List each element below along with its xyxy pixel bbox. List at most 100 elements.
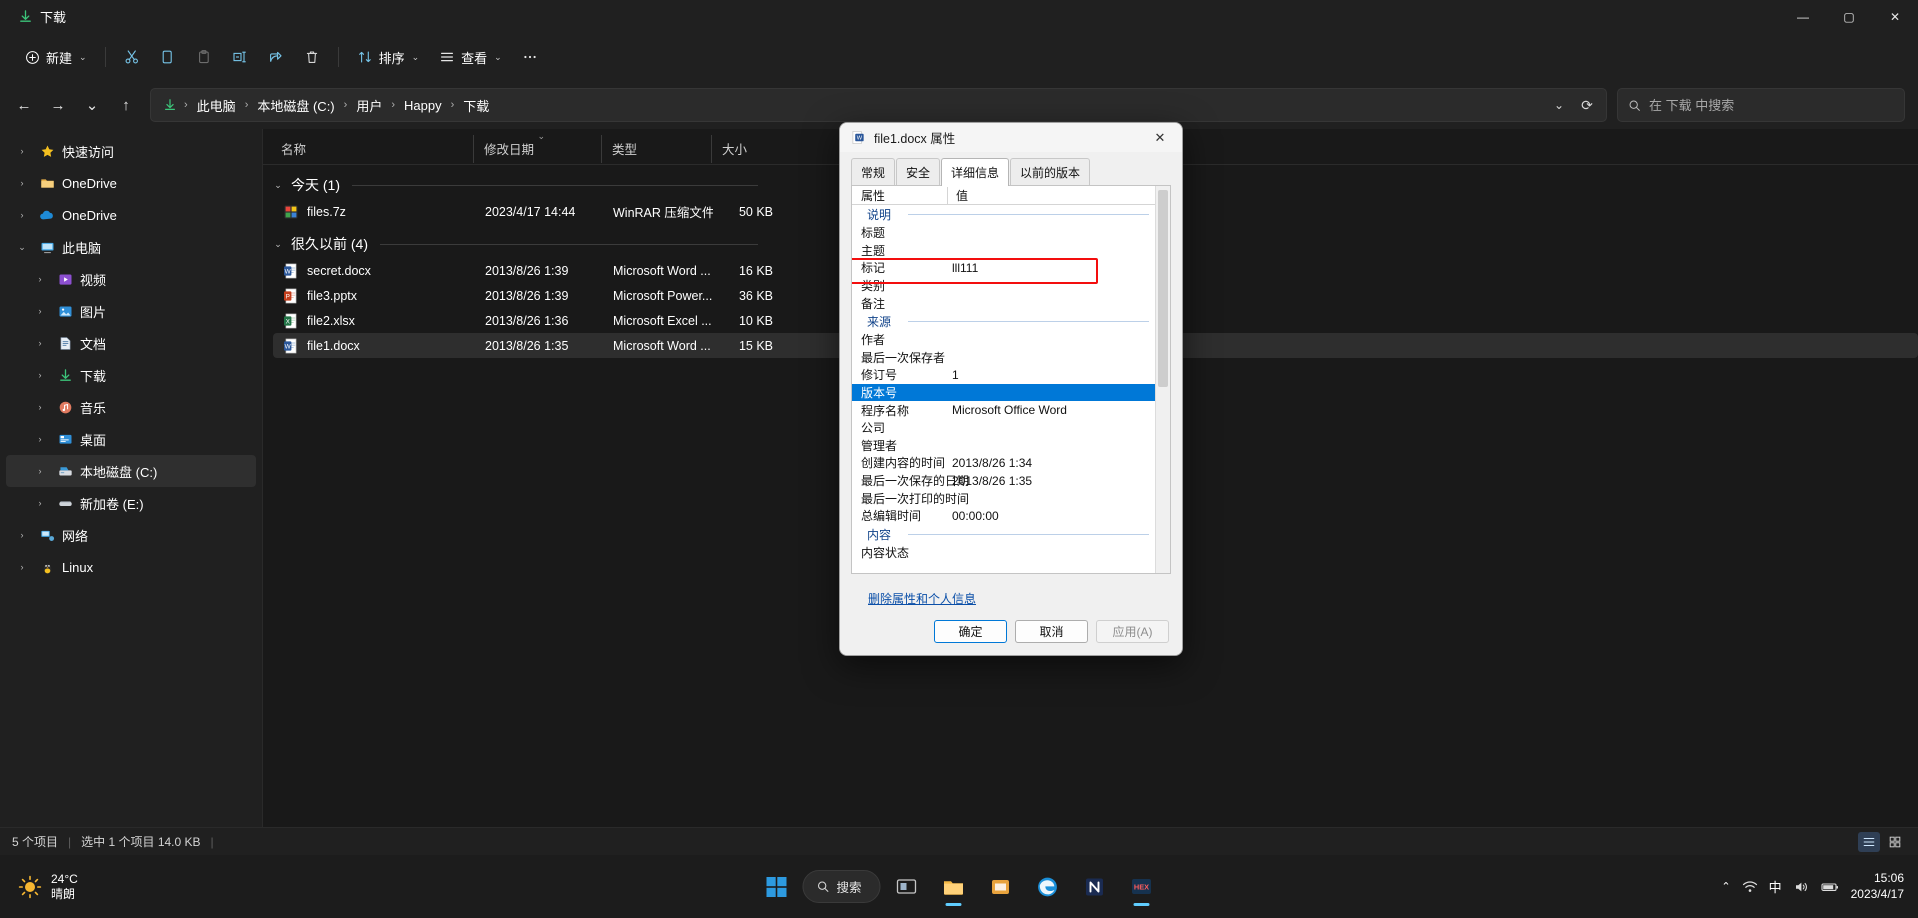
- details-view-toggle[interactable]: [1858, 831, 1880, 852]
- weather-widget[interactable]: 24°C 晴朗: [0, 872, 78, 902]
- properties-row[interactable]: 总编辑时间 00:00:00: [852, 507, 1155, 525]
- new-button[interactable]: 新建 ⌄: [16, 41, 96, 73]
- dialog-close-button[interactable]: ✕: [1142, 124, 1178, 152]
- delete-button[interactable]: [295, 41, 329, 73]
- file-explorer-icon[interactable]: [933, 866, 975, 908]
- property-value[interactable]: 00:00:00: [947, 509, 1155, 523]
- properties-list[interactable]: 属性 值说明 标题 主题 标记 lll111 类别 备注 来源 作者 最后一次保存者 修订号 1 版本号程…: [851, 185, 1171, 574]
- property-value[interactable]: 2013/8/26 1:35: [947, 474, 1155, 488]
- properties-row[interactable]: 最后一次打印的时间: [852, 489, 1155, 507]
- group-collapse-icon[interactable]: ⌄: [271, 180, 285, 191]
- up-button[interactable]: ↑: [110, 89, 142, 121]
- properties-row[interactable]: 主题: [852, 242, 1155, 260]
- breadcrumb-item-4[interactable]: 下载: [457, 93, 495, 118]
- expand-chevron-icon[interactable]: ›: [12, 146, 32, 156]
- breadcrumb-item-1[interactable]: 本地磁盘 (C:): [251, 93, 340, 118]
- sidebar-item-9[interactable]: › 桌面: [6, 423, 256, 455]
- properties-row[interactable]: 标题: [852, 224, 1155, 242]
- expand-chevron-icon[interactable]: ›: [30, 338, 50, 348]
- view-button[interactable]: 查看 ⌄: [430, 41, 511, 73]
- copy-button[interactable]: [151, 41, 185, 73]
- expand-chevron-icon[interactable]: ⌄: [12, 242, 32, 253]
- battery-tray-icon[interactable]: [1820, 879, 1840, 895]
- tab-3[interactable]: 以前的版本: [1010, 158, 1091, 186]
- breadcrumb-item-2[interactable]: 用户: [350, 93, 388, 118]
- properties-row[interactable]: 程序名称 Microsoft Office Word: [852, 401, 1155, 419]
- task-view-icon[interactable]: [886, 866, 928, 908]
- scrollbar-thumb[interactable]: [1158, 190, 1168, 387]
- address-dropdown-button[interactable]: ⌄: [1546, 92, 1572, 118]
- explorer-tab[interactable]: 下载: [0, 0, 80, 33]
- windows-start-icon[interactable]: [755, 866, 797, 908]
- search-box[interactable]: [1617, 88, 1905, 122]
- expand-chevron-icon[interactable]: ›: [30, 402, 50, 412]
- cut-button[interactable]: [115, 41, 149, 73]
- expand-chevron-icon[interactable]: ›: [30, 434, 50, 444]
- sidebar-item-1[interactable]: › OneDrive: [6, 167, 256, 199]
- edge-icon[interactable]: [1027, 866, 1069, 908]
- properties-row[interactable]: 公司: [852, 419, 1155, 437]
- tab-1[interactable]: 安全: [896, 158, 941, 186]
- more-button[interactable]: [513, 41, 547, 73]
- properties-scrollbar[interactable]: [1155, 186, 1170, 573]
- column-header-2[interactable]: 类型: [601, 134, 711, 163]
- expand-chevron-icon[interactable]: ›: [12, 562, 32, 572]
- remove-properties-link[interactable]: 删除属性和个人信息: [868, 592, 976, 606]
- close-button[interactable]: ✕: [1872, 0, 1918, 33]
- sidebar-item-12[interactable]: › 网络: [6, 519, 256, 551]
- apply-button[interactable]: 应用(A): [1096, 619, 1169, 643]
- refresh-button[interactable]: ⟳: [1574, 92, 1600, 118]
- sidebar-item-7[interactable]: › 下载: [6, 359, 256, 391]
- expand-chevron-icon[interactable]: ›: [30, 466, 50, 476]
- sidebar-item-4[interactable]: › 视频: [6, 263, 256, 295]
- breadcrumb-item-3[interactable]: Happy: [398, 95, 448, 116]
- properties-row[interactable]: 类别: [852, 277, 1155, 295]
- sort-button[interactable]: 排序 ⌄: [348, 41, 429, 73]
- search-input[interactable]: [1649, 97, 1894, 113]
- network-tray-icon[interactable]: [1742, 879, 1758, 895]
- clock[interactable]: 15:06 2023/4/17: [1851, 871, 1904, 902]
- sidebar-item-11[interactable]: › 新加卷 (E:): [6, 487, 256, 519]
- store-icon[interactable]: [980, 866, 1022, 908]
- property-value[interactable]: 2013/8/26 1:34: [947, 456, 1155, 470]
- sidebar-item-10[interactable]: › 本地磁盘 (C:): [6, 455, 256, 487]
- back-button[interactable]: ←: [8, 89, 40, 121]
- expand-chevron-icon[interactable]: ›: [30, 274, 50, 284]
- properties-row[interactable]: 修订号 1: [852, 366, 1155, 384]
- expand-chevron-icon[interactable]: ›: [30, 370, 50, 380]
- sidebar-item-0[interactable]: › 快速访问: [6, 135, 256, 167]
- properties-row[interactable]: 最后一次保存的日期 2013/8/26 1:35: [852, 472, 1155, 490]
- property-value[interactable]: lll111: [947, 261, 1155, 275]
- address-bar[interactable]: › 此电脑 › 本地磁盘 (C:) › 用户 › Happy › 下载 ⌄ ⟳: [150, 88, 1607, 122]
- sidebar-item-5[interactable]: › 图片: [6, 295, 256, 327]
- rename-button[interactable]: [223, 41, 257, 73]
- property-value[interactable]: 1: [947, 368, 1155, 382]
- ime-indicator[interactable]: 中: [1769, 877, 1782, 896]
- column-header-0[interactable]: 名称: [271, 135, 473, 163]
- expand-chevron-icon[interactable]: ›: [12, 210, 32, 220]
- properties-row[interactable]: 备注: [852, 294, 1155, 312]
- sidebar-item-8[interactable]: › 音乐: [6, 391, 256, 423]
- sound-tray-icon[interactable]: [1793, 879, 1809, 895]
- properties-row[interactable]: 内容状态: [852, 544, 1155, 562]
- large-icons-view-toggle[interactable]: [1884, 832, 1906, 852]
- properties-row[interactable]: 版本号: [852, 383, 1155, 402]
- column-header-1[interactable]: 修改日期 ⌄: [473, 131, 601, 163]
- hex-editor-icon[interactable]: HEX: [1121, 866, 1163, 908]
- taskbar-search[interactable]: 搜索: [802, 870, 881, 903]
- breadcrumb-item-0[interactable]: 此电脑: [191, 93, 242, 118]
- sidebar-item-3[interactable]: ⌄ 此电脑: [6, 231, 256, 263]
- expand-chevron-icon[interactable]: ›: [12, 178, 32, 188]
- column-header-3[interactable]: 大小: [711, 134, 781, 163]
- tab-2[interactable]: 详细信息: [941, 158, 1010, 186]
- properties-row[interactable]: 标记 lll111: [852, 259, 1155, 277]
- forward-button[interactable]: →: [42, 89, 74, 121]
- cancel-button[interactable]: 取消: [1015, 619, 1088, 643]
- ok-button[interactable]: 确定: [934, 619, 1007, 643]
- expand-chevron-icon[interactable]: ›: [30, 498, 50, 508]
- properties-row[interactable]: 管理者: [852, 437, 1155, 455]
- property-value[interactable]: Microsoft Office Word: [947, 403, 1155, 417]
- tray-chevron-icon[interactable]: ⌃: [1721, 880, 1730, 893]
- share-button[interactable]: [259, 41, 293, 73]
- sidebar-item-2[interactable]: › OneDrive: [6, 199, 256, 231]
